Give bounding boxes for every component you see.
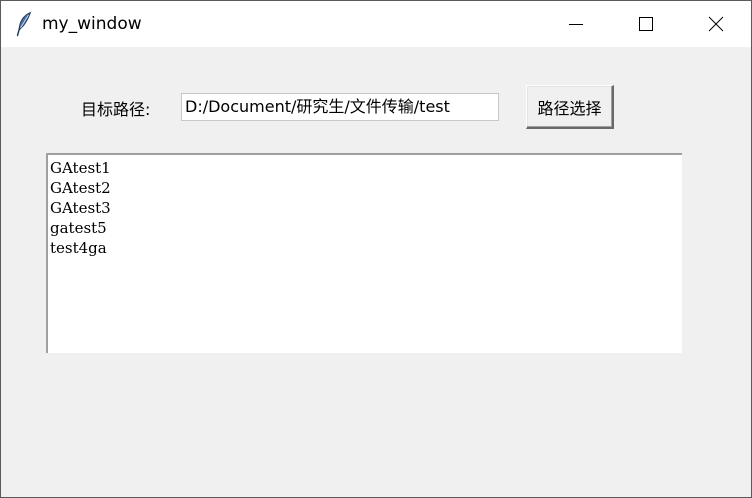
path-label: 目标路径: bbox=[81, 100, 151, 119]
file-listbox[interactable]: GAtest1 GAtest2 GAtest3 gatest5 test4ga bbox=[46, 153, 682, 353]
list-item[interactable]: GAtest1 bbox=[50, 158, 682, 178]
path-input[interactable]: D:/Document/研究生/文件传输/test bbox=[181, 93, 499, 121]
feather-icon bbox=[15, 11, 33, 37]
window-title: my_window bbox=[42, 14, 142, 34]
maximize-icon bbox=[639, 17, 653, 31]
close-button[interactable] bbox=[681, 1, 751, 47]
maximize-button[interactable] bbox=[611, 1, 681, 47]
list-item[interactable]: test4ga bbox=[50, 238, 682, 258]
list-item[interactable]: GAtest3 bbox=[50, 198, 682, 218]
path-select-button[interactable]: 路径选择 bbox=[526, 85, 614, 129]
close-icon bbox=[708, 16, 724, 32]
minimize-button[interactable] bbox=[541, 1, 611, 47]
title-bar[interactable]: my_window bbox=[1, 1, 751, 47]
minimize-icon bbox=[569, 24, 583, 25]
list-item[interactable]: GAtest2 bbox=[50, 178, 682, 198]
list-item[interactable]: gatest5 bbox=[50, 218, 682, 238]
app-window: my_window 目标路径: D:/Document/研究生/文件传输/tes… bbox=[0, 0, 752, 498]
